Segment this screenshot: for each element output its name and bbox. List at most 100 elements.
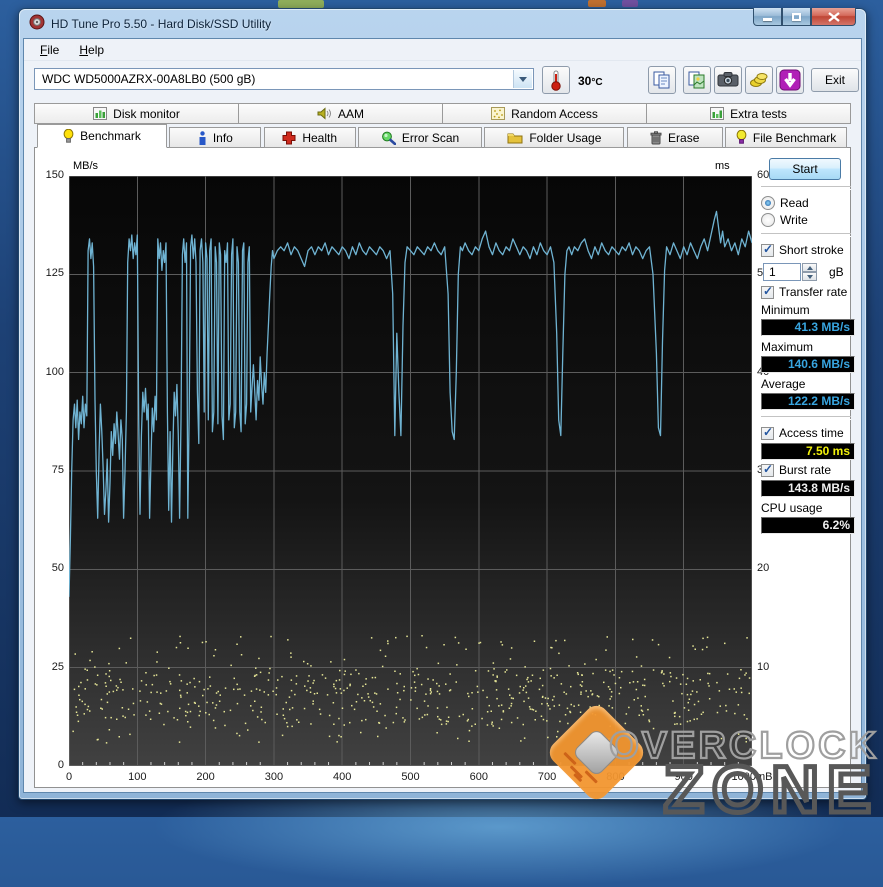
drive-select[interactable]: WDC WD5000AZRX-00A8LB0 (500 gB) (34, 68, 534, 90)
short-stroke-size-input[interactable]: 1 (763, 263, 801, 281)
access-time-row[interactable]: Access time (761, 425, 851, 440)
separator (761, 233, 851, 237)
tab-disk-monitor[interactable]: Disk monitor (34, 103, 239, 124)
save-gold-icon (750, 73, 768, 87)
axis-tick-label: 100 (45, 365, 64, 378)
start-button[interactable]: Start (769, 158, 841, 180)
stepper-down-icon[interactable] (802, 272, 817, 281)
transfer-rate-checkbox[interactable] (761, 284, 774, 299)
axis-tick-label: 50 (51, 562, 64, 575)
axis-tick-label: 600 (469, 771, 488, 783)
axis-tick-label: 800 (606, 771, 625, 783)
axis-tick-label: 10 (757, 660, 770, 673)
burst-rate-value: 143.8 MB/s (761, 480, 855, 497)
axis-tick-label: 400 (333, 771, 352, 783)
tab-health[interactable]: Health (263, 127, 356, 148)
desktop-icon-fragment (278, 0, 324, 8)
menu-help[interactable]: Help (71, 41, 112, 59)
short-stroke-checkbox[interactable] (761, 242, 774, 257)
minimize-icon (763, 18, 772, 21)
toolbar: WDC WD5000AZRX-00A8LB0 (500 gB) 30°C Exi… (24, 61, 861, 99)
axis-tick-label: 300 (264, 771, 284, 783)
title-bar[interactable]: HD Tune Pro 5.50 - Hard Disk/SSD Utility (23, 8, 862, 38)
write-radio[interactable] (761, 213, 775, 227)
random-access-icon (491, 107, 506, 120)
temperature-readout: 30°C (578, 74, 603, 88)
average-value: 122.2 MB/s (761, 393, 855, 410)
axis-tick-label: 200 (196, 771, 215, 783)
screenshot-button[interactable] (714, 66, 742, 94)
tab-row-bottom: Benchmark Info Health Error Scan Folder … (24, 124, 861, 148)
tab-folder-usage[interactable]: Folder Usage (484, 127, 625, 148)
benchmark-plot[interactable] (69, 176, 752, 766)
minimum-label: Minimum (761, 303, 810, 317)
benchmark-controls: Start Read Write Short stroke 1 (761, 156, 855, 534)
extra-tests-icon (710, 107, 725, 120)
axis-tick-label: 500 (401, 771, 420, 783)
maximum-value: 140.6 MB/s (761, 356, 855, 373)
transfer-rate-row[interactable]: Transfer rate (761, 284, 851, 299)
axis-tick-label: 0 (57, 759, 64, 771)
close-button[interactable] (811, 8, 856, 26)
tab-aam[interactable]: AAM (238, 103, 443, 124)
y-left-unit: MB/s (73, 160, 99, 172)
screenshot-camera-icon (717, 72, 739, 87)
read-radio[interactable] (761, 196, 775, 210)
download-update-button[interactable] (776, 66, 804, 94)
copy-text-button[interactable] (648, 66, 676, 94)
copy-image-button[interactable] (683, 66, 711, 94)
read-radio-row[interactable]: Read (761, 196, 851, 210)
tab-info[interactable]: Info (169, 127, 262, 148)
disk-monitor-icon (93, 107, 108, 120)
bulb-icon (63, 128, 74, 143)
short-stroke-size-row: 1 gB (763, 263, 851, 281)
magnifier-icon (381, 131, 396, 145)
minimize-button[interactable] (753, 8, 782, 26)
file-benchmark-bulb-icon (736, 130, 747, 144)
folder-icon (507, 133, 523, 144)
app-icon (29, 14, 45, 33)
chevron-down-icon[interactable] (513, 70, 532, 88)
save-results-button[interactable] (745, 66, 773, 94)
tab-benchmark[interactable]: Benchmark (37, 124, 167, 148)
short-stroke-row[interactable]: Short stroke (761, 242, 851, 257)
desktop-icon-fragment (622, 0, 638, 7)
short-stroke-stepper[interactable] (802, 263, 817, 281)
thermometer-icon (551, 70, 561, 91)
access-time-checkbox[interactable] (761, 425, 774, 440)
stepper-up-icon[interactable] (802, 263, 817, 272)
write-radio-row[interactable]: Write (761, 213, 851, 227)
temperature-button[interactable] (542, 66, 570, 94)
y-right-unit: ms (715, 160, 730, 172)
short-stroke-unit: gB (829, 265, 844, 279)
tab-file-benchmark[interactable]: File Benchmark (725, 127, 848, 148)
client-area: File Help WDC WD5000AZRX-00A8LB0 (500 gB… (23, 38, 862, 793)
speaker-icon (317, 107, 331, 120)
axis-tick-label: 700 (537, 771, 557, 783)
minimum-value: 41.3 MB/s (761, 319, 855, 336)
separator (761, 186, 851, 190)
benchmark-chart: MB/s ms 15012510075502506050403020100100… (35, 148, 850, 787)
maximize-icon (792, 12, 801, 21)
access-time-value: 7.50 ms (761, 443, 855, 460)
close-icon (827, 11, 840, 22)
trash-icon (650, 130, 662, 144)
axis-tick-label: 0 (65, 771, 73, 783)
benchmark-panel: MB/s ms 15012510075502506050403020100100… (34, 147, 855, 788)
axis-tick-label: 125 (45, 267, 64, 280)
tab-erase[interactable]: Erase (626, 127, 723, 148)
maximize-button[interactable] (782, 8, 811, 26)
cpu-usage-label: CPU usage (761, 501, 823, 515)
burst-rate-checkbox[interactable] (761, 462, 774, 477)
burst-rate-row[interactable]: Burst rate (761, 462, 851, 477)
health-cross-icon (282, 131, 296, 144)
cpu-usage-value: 6.2% (761, 517, 855, 534)
tab-error-scan[interactable]: Error Scan (358, 127, 483, 148)
exit-button[interactable]: Exit (811, 68, 859, 92)
menu-file[interactable]: File (32, 41, 67, 59)
axis-tick-label: 900 (674, 771, 693, 783)
axis-tick-label: 25 (51, 660, 64, 673)
tab-extra-tests[interactable]: Extra tests (646, 103, 851, 124)
average-label: Average (761, 377, 806, 391)
tab-random-access[interactable]: Random Access (442, 103, 647, 124)
